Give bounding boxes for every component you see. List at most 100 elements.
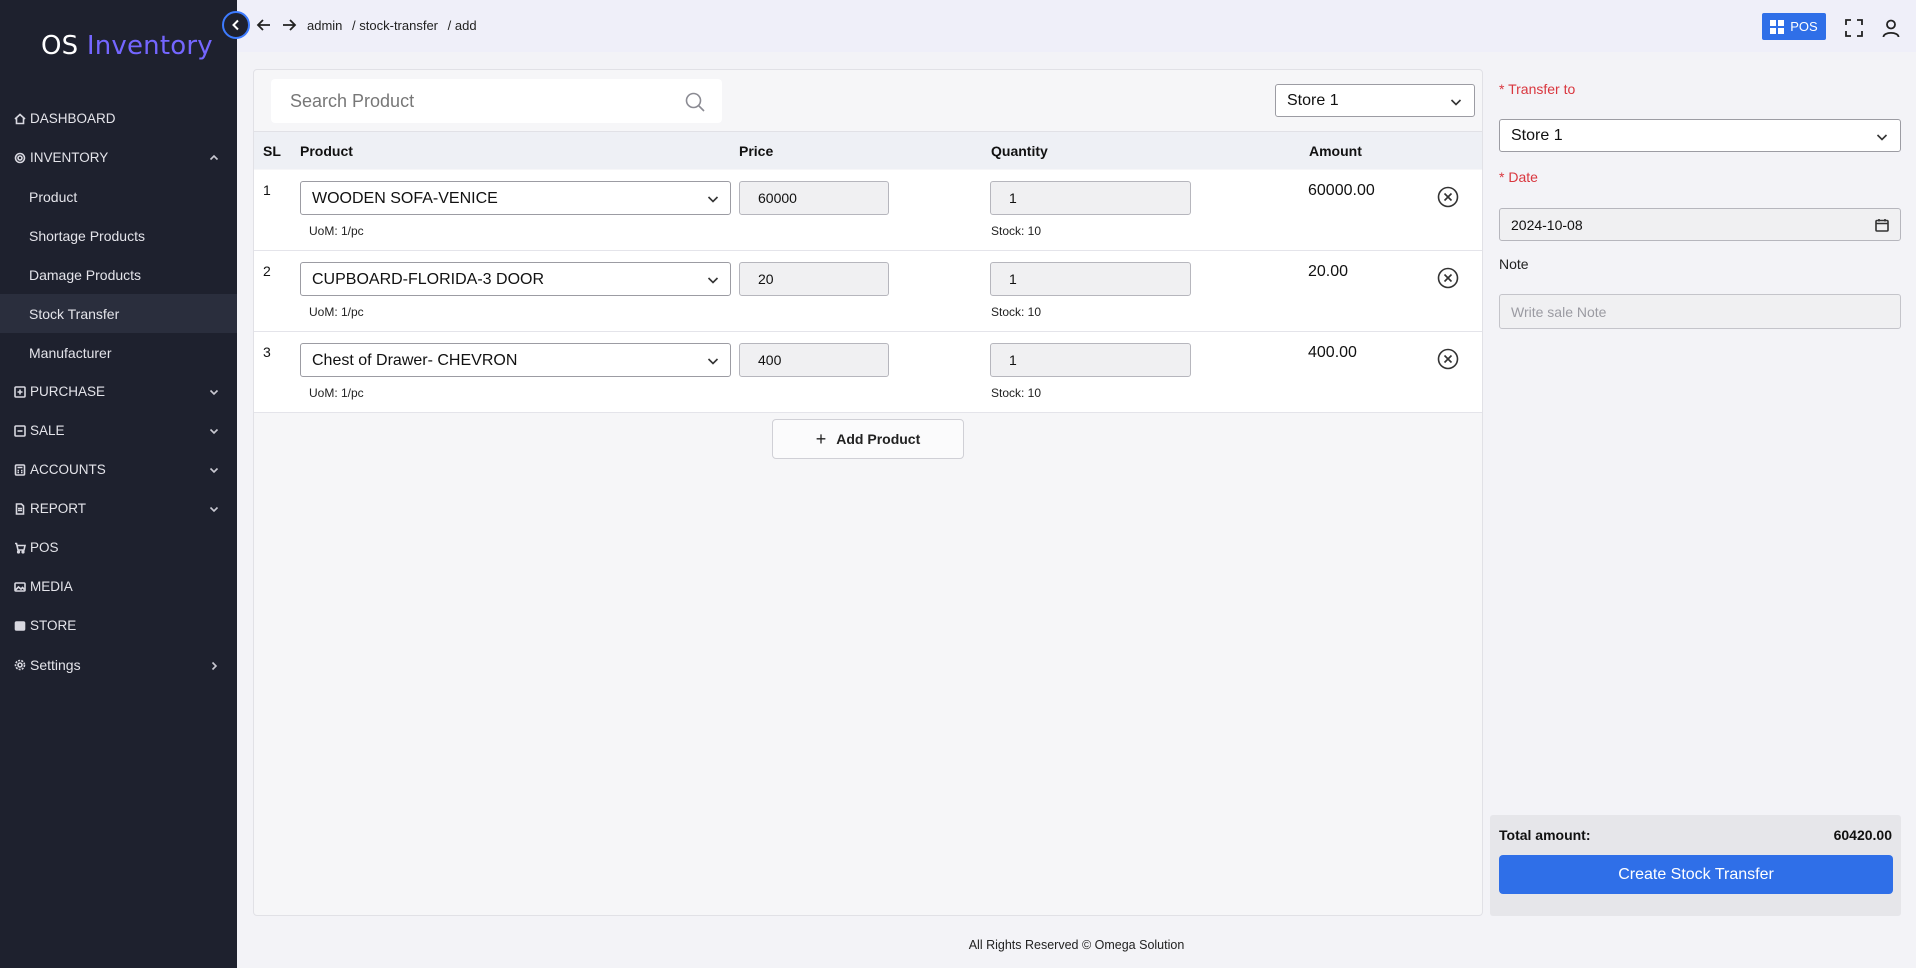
logo-suffix: Inventory bbox=[86, 31, 213, 61]
sidebar-item-manufacturer[interactable]: Manufacturer bbox=[0, 333, 237, 372]
quantity-input[interactable] bbox=[990, 343, 1191, 377]
sidebar-item-shortage-products[interactable]: Shortage Products bbox=[0, 216, 237, 255]
sidebar-item-settings[interactable]: Settings bbox=[0, 645, 237, 684]
forward-arrow-icon[interactable] bbox=[281, 17, 297, 33]
chevron-down-icon bbox=[707, 192, 719, 204]
transfer-to-label: * Transfer to bbox=[1499, 81, 1576, 97]
search-product-input[interactable] bbox=[271, 79, 722, 123]
sidebar-item-label: ACCOUNTS bbox=[30, 462, 106, 477]
plus-icon: + bbox=[815, 428, 827, 449]
sidebar-item-report[interactable]: REPORT bbox=[0, 489, 237, 528]
row-sl: 3 bbox=[263, 344, 271, 360]
add-product-button[interactable]: + Add Product bbox=[772, 419, 964, 459]
sidebar-item-damage-products[interactable]: Damage Products bbox=[0, 255, 237, 294]
chevron-down-icon bbox=[209, 424, 219, 435]
note-input[interactable] bbox=[1499, 294, 1901, 329]
row-stock: Stock: 10 bbox=[991, 224, 1042, 238]
table-header: SL Product Price Quantity Amount bbox=[254, 131, 1482, 169]
price-input[interactable] bbox=[739, 181, 889, 215]
sidebar-item-stock-transfer[interactable]: Stock Transfer bbox=[0, 294, 237, 333]
column-header-price: Price bbox=[739, 143, 774, 159]
store-select-value: Store 1 bbox=[1287, 91, 1339, 109]
chevron-right-icon bbox=[209, 658, 219, 671]
sidebar-item-product[interactable]: Product bbox=[0, 177, 237, 216]
search-icon[interactable] bbox=[684, 91, 706, 113]
grid-icon bbox=[1770, 19, 1785, 34]
chevron-up-icon bbox=[209, 151, 219, 161]
row-sl: 1 bbox=[263, 182, 271, 198]
row-amount: 60000.00 bbox=[1308, 182, 1375, 199]
transfer-to-select[interactable]: Store 1 bbox=[1499, 119, 1901, 152]
back-arrow-icon[interactable] bbox=[256, 17, 272, 33]
create-stock-transfer-button[interactable]: Create Stock Transfer bbox=[1499, 855, 1893, 894]
row-uom: UoM: 1/pc bbox=[309, 305, 364, 319]
chevron-left-icon bbox=[232, 19, 239, 31]
breadcrumb-item[interactable]: admin bbox=[307, 18, 342, 33]
remove-row-icon[interactable] bbox=[1437, 186, 1459, 208]
sidebar-item-label: PURCHASE bbox=[30, 384, 106, 399]
product-select[interactable]: Chest of Drawer- CHEVRON bbox=[300, 343, 731, 377]
chevron-down-icon bbox=[1876, 130, 1888, 142]
product-select-value: Chest of Drawer- CHEVRON bbox=[312, 352, 518, 369]
sidebar-item-purchase[interactable]: PURCHASE bbox=[0, 372, 237, 411]
sidebar-item-accounts[interactable]: ACCOUNTS bbox=[0, 450, 237, 489]
sidebar-nav: DASHBOARD INVENTORY Product Shortage Pro… bbox=[0, 99, 237, 684]
product-select-value: WOODEN SOFA-VENICE bbox=[312, 190, 498, 207]
chevron-down-icon bbox=[209, 502, 219, 513]
column-header-product: Product bbox=[300, 143, 353, 159]
sidebar-item-label: POS bbox=[30, 540, 59, 555]
table-row: 1 WOODEN SOFA-VENICE UoM: 1/pc Stock: 10… bbox=[254, 170, 1482, 251]
chevron-down-icon bbox=[209, 385, 219, 396]
date-picker[interactable]: 2024-10-08 bbox=[1499, 208, 1901, 241]
plus-square-icon bbox=[14, 385, 26, 398]
total-amount-value: 60420.00 bbox=[1833, 827, 1892, 843]
chevron-down-icon bbox=[707, 354, 719, 366]
product-select[interactable]: CUPBOARD-FLORIDA-3 DOOR bbox=[300, 262, 731, 296]
table-row: 2 CUPBOARD-FLORIDA-3 DOOR UoM: 1/pc Stoc… bbox=[254, 251, 1482, 332]
pos-button[interactable]: POS bbox=[1762, 13, 1826, 40]
price-input[interactable] bbox=[739, 262, 889, 296]
quantity-input[interactable] bbox=[990, 262, 1191, 296]
row-stock: Stock: 10 bbox=[991, 305, 1042, 319]
store-select[interactable]: Store 1 bbox=[1275, 84, 1475, 117]
product-select-value: CUPBOARD-FLORIDA-3 DOOR bbox=[312, 271, 545, 288]
calendar-icon bbox=[1875, 218, 1889, 232]
sidebar-item-label: Settings bbox=[30, 656, 81, 673]
date-label: * Date bbox=[1499, 169, 1538, 185]
row-amount: 400.00 bbox=[1308, 344, 1357, 361]
row-amount: 20.00 bbox=[1308, 263, 1349, 280]
sidebar: OS Inventory DASHBOARD INVENTORY Product… bbox=[0, 0, 237, 968]
sidebar-item-inventory[interactable]: INVENTORY bbox=[0, 138, 237, 177]
product-select[interactable]: WOODEN SOFA-VENICE bbox=[300, 181, 731, 215]
total-summary: Total amount: 60420.00 Create Stock Tran… bbox=[1490, 815, 1901, 916]
row-stock: Stock: 10 bbox=[991, 386, 1042, 400]
date-value: 2024-10-08 bbox=[1511, 216, 1583, 233]
cart-icon bbox=[14, 542, 26, 554]
sidebar-item-store[interactable]: STORE bbox=[0, 606, 237, 645]
chevron-down-icon bbox=[209, 463, 219, 474]
sidebar-item-sale[interactable]: SALE bbox=[0, 411, 237, 450]
user-icon[interactable] bbox=[1881, 18, 1901, 38]
sidebar-collapse-button[interactable] bbox=[222, 11, 250, 39]
column-header-sl: SL bbox=[263, 143, 281, 159]
home-icon bbox=[14, 112, 26, 125]
document-icon bbox=[14, 502, 26, 515]
remove-row-icon[interactable] bbox=[1437, 267, 1459, 289]
row-sl: 2 bbox=[263, 263, 271, 279]
app-logo[interactable]: OS Inventory bbox=[41, 31, 213, 61]
price-input[interactable] bbox=[739, 343, 889, 377]
fullscreen-icon[interactable] bbox=[1844, 18, 1864, 38]
sidebar-item-label: STORE bbox=[30, 618, 77, 633]
sidebar-item-label: MEDIA bbox=[30, 579, 73, 594]
sidebar-item-media[interactable]: MEDIA bbox=[0, 567, 237, 606]
row-uom: UoM: 1/pc bbox=[309, 386, 364, 400]
sidebar-item-dashboard[interactable]: DASHBOARD bbox=[0, 99, 237, 138]
search-box bbox=[271, 79, 722, 123]
gear-icon bbox=[14, 152, 26, 164]
quantity-input[interactable] bbox=[990, 181, 1191, 215]
total-amount-label: Total amount: bbox=[1499, 827, 1591, 843]
breadcrumb-item[interactable]: / stock-transfer bbox=[352, 18, 438, 33]
sidebar-item-pos[interactable]: POS bbox=[0, 528, 237, 567]
remove-row-icon[interactable] bbox=[1437, 348, 1459, 370]
column-header-quantity: Quantity bbox=[991, 143, 1048, 159]
